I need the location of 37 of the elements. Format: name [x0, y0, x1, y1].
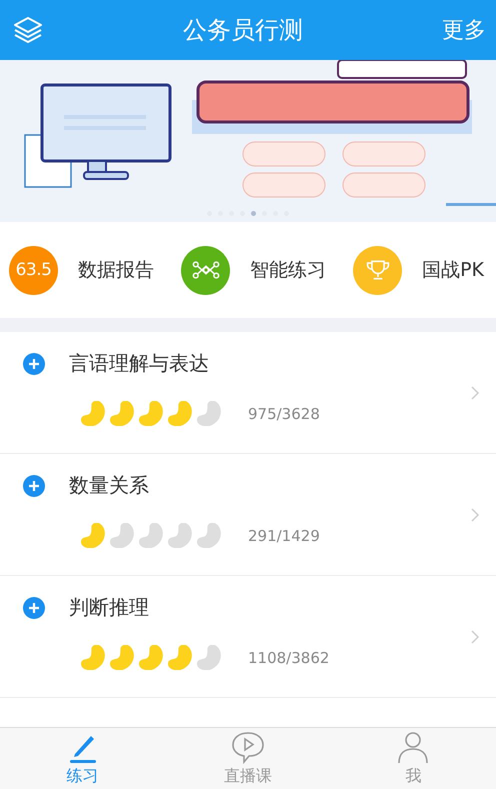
- banana-icon: [168, 523, 193, 548]
- person-icon: [396, 730, 430, 764]
- chevron-right-icon: [470, 507, 480, 523]
- progress-count: 1108/3862: [248, 648, 330, 666]
- shortcut-label[interactable]: 数据报告: [78, 257, 154, 283]
- subject-row[interactable]: 判断推理 1108/3862: [0, 576, 496, 698]
- banana-icon: [197, 523, 222, 548]
- shortcut-label[interactable]: 国战PK: [422, 257, 484, 283]
- progress-count: 291/1429: [248, 526, 320, 544]
- subject-name: 言语理解与表达: [69, 350, 209, 377]
- banana-icon: [139, 645, 164, 670]
- banana-icon: [197, 401, 222, 426]
- banana-icon: [168, 401, 193, 426]
- play-bubble-icon: [230, 730, 265, 764]
- expand-icon[interactable]: [23, 596, 45, 618]
- banana-icon: [168, 645, 193, 670]
- banana-icon: [110, 645, 135, 670]
- banana-icon: [81, 645, 106, 670]
- shortcut-label[interactable]: 智能练习: [250, 257, 326, 283]
- expand-icon[interactable]: [23, 352, 45, 374]
- banana-icon: [81, 401, 106, 426]
- banana-icon: [197, 645, 222, 670]
- page-title: 公务员行测: [183, 15, 303, 46]
- subject-name: 判断推理: [69, 594, 149, 621]
- progress-count: 975/3628: [248, 404, 320, 422]
- banana-icon: [81, 523, 106, 548]
- chevron-right-icon: [470, 629, 480, 645]
- subject-row[interactable]: 数量关系 291/1429: [0, 454, 496, 576]
- chevron-right-icon: [470, 385, 480, 401]
- layers-icon[interactable]: [12, 14, 44, 46]
- banana-icon: [110, 523, 135, 548]
- banana-icon: [139, 401, 164, 426]
- subject-name: 数量关系: [69, 472, 149, 499]
- banana-icon: [110, 401, 135, 426]
- banana-icon: [139, 523, 164, 548]
- expand-icon[interactable]: [23, 474, 45, 496]
- subject-row[interactable]: 言语理解与表达 975/3628: [0, 332, 496, 454]
